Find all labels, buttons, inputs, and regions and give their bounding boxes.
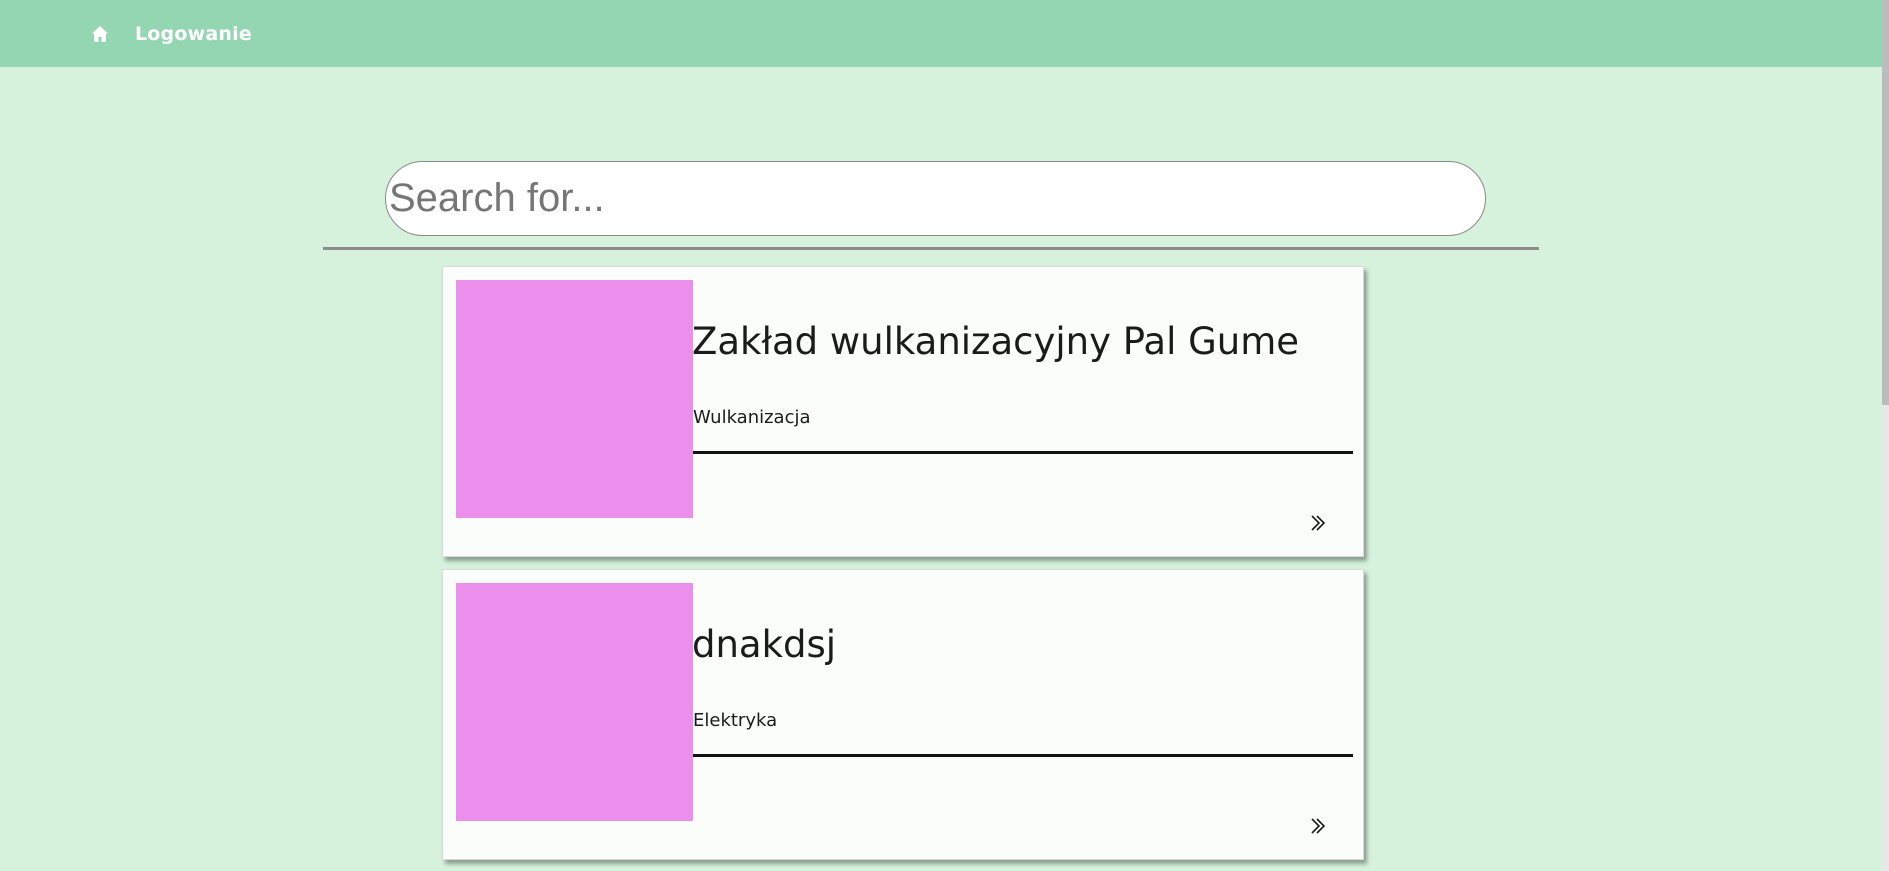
page-scrollbar[interactable]: [1882, 0, 1889, 871]
listing-title: dnakdsj: [692, 623, 837, 666]
listing-card[interactable]: dnakdsj Elektryka: [442, 569, 1364, 860]
listing-title: Zakład wulkanizacyjny Pal Gume: [692, 320, 1300, 363]
search-container: [385, 161, 1486, 236]
top-navbar: Logowanie: [0, 0, 1882, 67]
listing-card[interactable]: Zakład wulkanizacyjny Pal Gume Wulkaniza…: [442, 266, 1364, 557]
double-chevron-right-icon[interactable]: [1308, 513, 1328, 533]
scrollbar-thumb[interactable]: [1882, 0, 1889, 405]
listing-divider: [693, 451, 1353, 454]
listing-category: Wulkanizacja: [693, 407, 811, 428]
listing-thumbnail: [456, 280, 693, 518]
listing-thumbnail: [456, 583, 693, 821]
home-icon[interactable]: [89, 23, 111, 45]
listing-divider: [693, 754, 1353, 757]
double-chevron-right-icon[interactable]: [1308, 816, 1328, 836]
page: Logowanie Zakład wulkanizacyjny Pal Gume…: [0, 0, 1889, 871]
listing-category: Elektryka: [693, 710, 778, 731]
login-link[interactable]: Logowanie: [135, 23, 252, 45]
search-input[interactable]: [385, 161, 1486, 236]
search-divider: [323, 247, 1539, 250]
